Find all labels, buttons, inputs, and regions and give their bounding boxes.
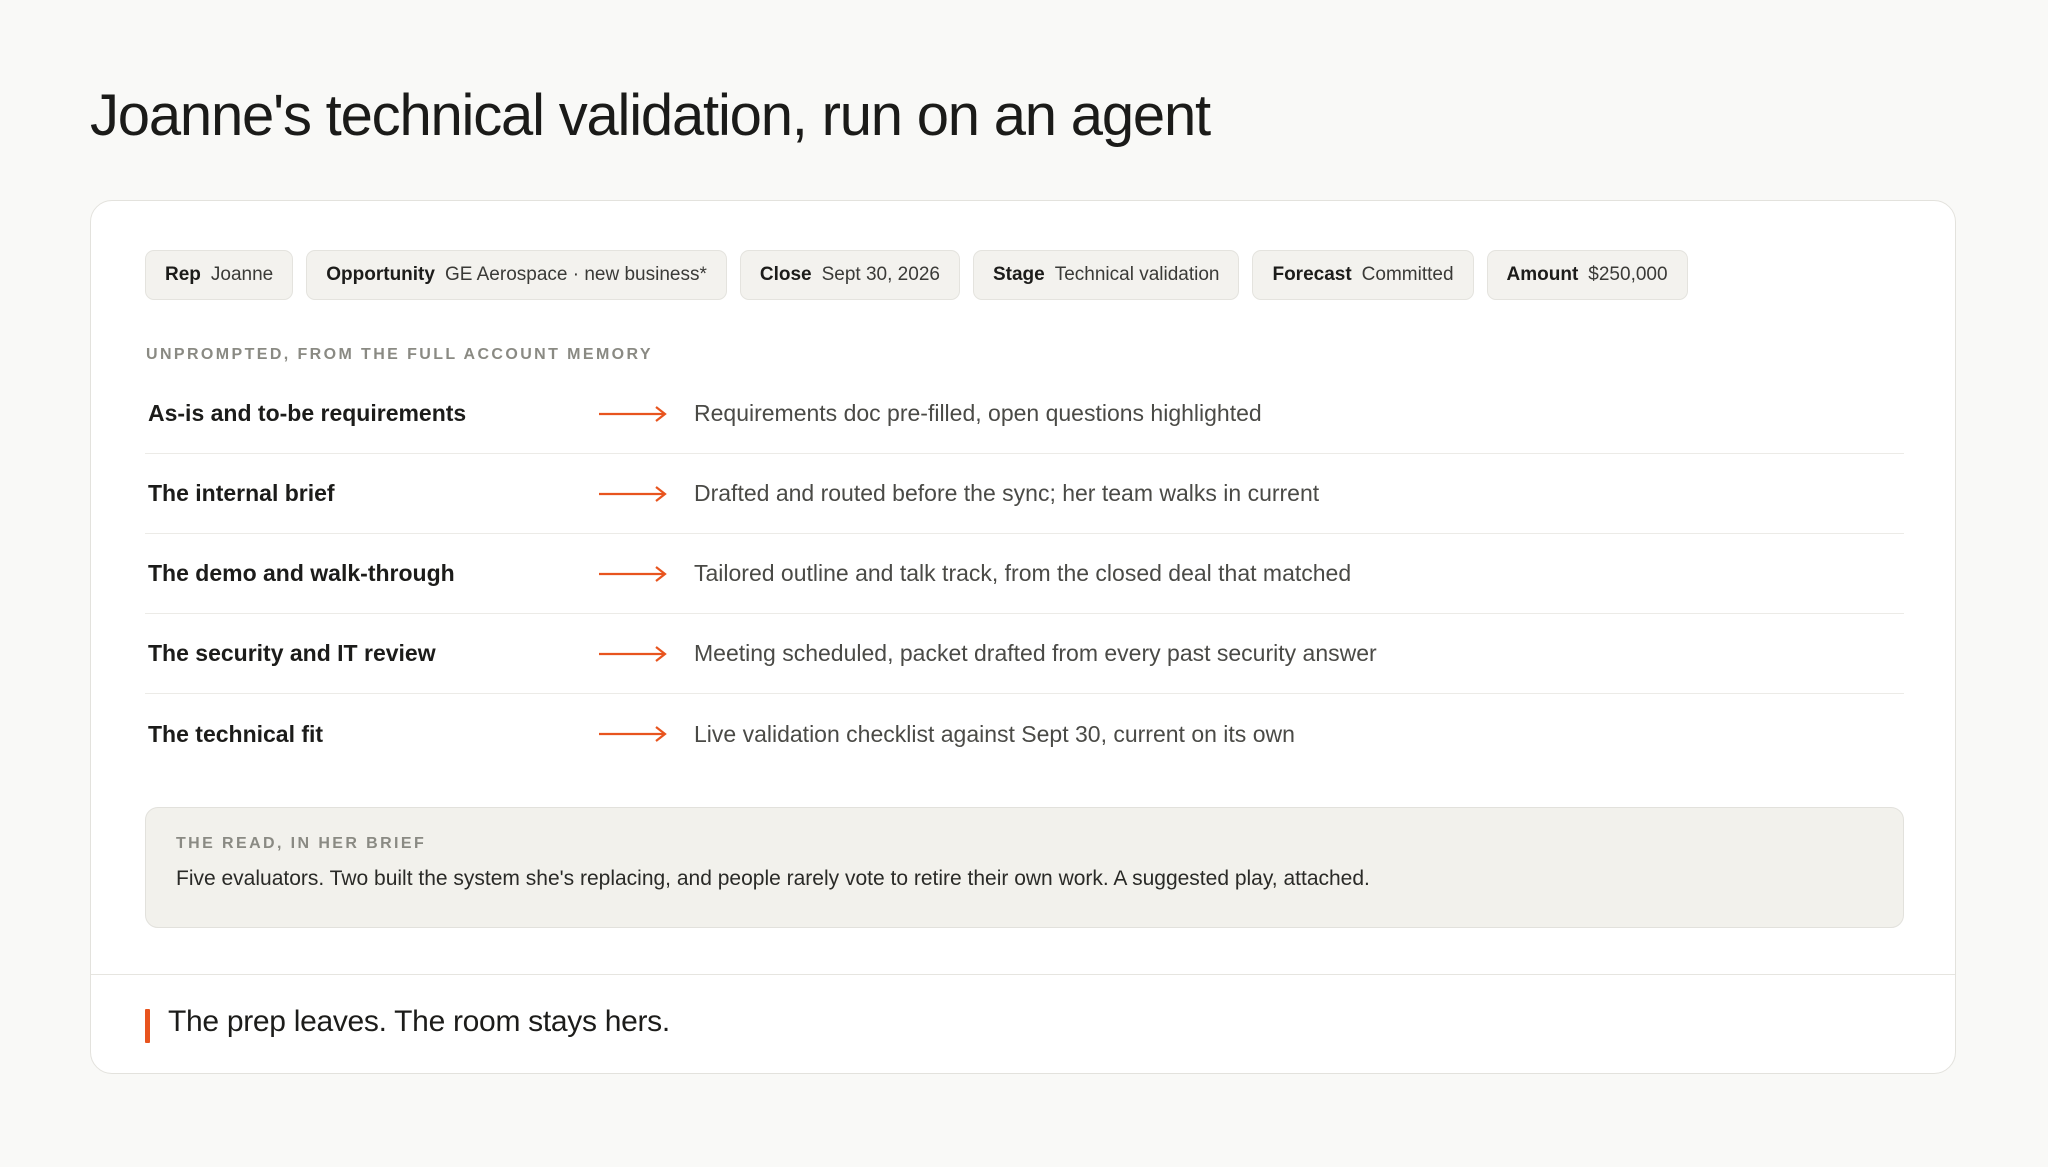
task-label: The demo and walk-through xyxy=(148,560,455,586)
arrow-right-icon xyxy=(598,564,694,584)
chip-amount: Amount $250,000 xyxy=(1486,250,1688,300)
page-title: Joanne's technical validation, run on an… xyxy=(90,83,1211,148)
task-label: The technical fit xyxy=(148,720,324,747)
chip-label: Forecast xyxy=(1272,264,1352,285)
task-list: As-is and to-be requirements Requirement… xyxy=(145,374,1904,774)
chip-value: GE Aerospace · new business* xyxy=(444,264,707,285)
note-text: Five evaluators. Two built the system sh… xyxy=(176,867,1370,890)
task-label: As-is and to-be requirements xyxy=(148,400,467,426)
arrow-right-icon xyxy=(598,644,694,664)
list-item: The technical fit Live validation checkl… xyxy=(145,694,1904,774)
chip-forecast: Forecast Committed xyxy=(1252,250,1474,300)
task-label: The internal brief xyxy=(148,480,335,506)
chip-rep: Rep Joanne xyxy=(145,250,294,300)
chip-label: Rep xyxy=(165,264,201,285)
opportunity-chips: Rep Joanne Opportunity GE Aerospace · ne… xyxy=(145,250,1688,300)
card-footer: The prep leaves. The room stays hers. xyxy=(91,974,1955,1073)
task-result: Live validation checklist against Sept 3… xyxy=(694,720,1295,747)
note-label: THE READ, IN HER BRIEF xyxy=(176,835,427,852)
task-result: Meeting scheduled, packet drafted from e… xyxy=(694,640,1377,666)
task-result: Requirements doc pre-filled, open questi… xyxy=(694,400,1262,426)
chip-opportunity: Opportunity GE Aerospace · new business* xyxy=(306,250,727,300)
chip-stage: Stage Technical validation xyxy=(972,250,1240,300)
arrow-right-icon xyxy=(598,724,694,744)
chip-label: Amount xyxy=(1506,264,1579,285)
list-item: The internal brief Drafted and routed be… xyxy=(145,454,1904,534)
chip-label: Close xyxy=(759,264,812,285)
chip-value: $250,000 xyxy=(1588,264,1668,285)
chip-value: Technical validation xyxy=(1054,264,1220,285)
chip-value: Sept 30, 2026 xyxy=(821,264,940,285)
arrow-right-icon xyxy=(598,484,694,504)
list-item: As-is and to-be requirements Requirement… xyxy=(145,374,1904,454)
chip-label: Stage xyxy=(992,264,1045,285)
arrow-right-icon xyxy=(598,404,694,424)
section-label: UNPROMPTED, FROM THE FULL ACCOUNT MEMORY xyxy=(146,346,653,363)
task-label: The security and IT review xyxy=(148,640,436,666)
chip-label: Opportunity xyxy=(326,264,435,285)
list-item: The demo and walk-through Tailored outli… xyxy=(145,534,1904,614)
chip-close: Close Sept 30, 2026 xyxy=(739,250,960,300)
validation-card: Rep Joanne Opportunity GE Aerospace · ne… xyxy=(90,200,1956,1074)
chip-value: Committed xyxy=(1361,264,1454,285)
task-result: Drafted and routed before the sync; her … xyxy=(694,480,1320,506)
accent-bar xyxy=(145,1009,150,1043)
chip-value: Joanne xyxy=(210,264,274,285)
brief-note: THE READ, IN HER BRIEF Five evaluators. … xyxy=(145,807,1904,928)
footer-quote: The prep leaves. The room stays hers. xyxy=(168,1005,670,1038)
list-item: The security and IT review Meeting sched… xyxy=(145,614,1904,694)
task-result: Tailored outline and talk track, from th… xyxy=(694,560,1352,586)
